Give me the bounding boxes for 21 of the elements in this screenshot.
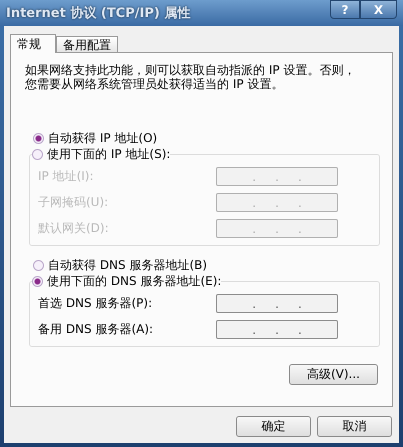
ip-address-field: . . . <box>216 218 338 238</box>
cancel-button[interactable]: 取消 <box>317 416 392 437</box>
ip-address-field: . . . <box>216 166 338 186</box>
ip-address-field[interactable]: . . . <box>216 320 338 338</box>
field-label: 默认网关(D): <box>38 220 109 236</box>
radio-button[interactable] <box>32 276 43 286</box>
field-label: 备用 DNS 服务器(A): <box>38 320 154 338</box>
field-label: IP 地址(I): <box>38 168 94 184</box>
field-label: 子网掩码(U): <box>38 194 108 210</box>
radio-button[interactable] <box>33 260 44 270</box>
tab[interactable]: 备用配置 <box>56 36 118 52</box>
ok-button[interactable]: 确定 <box>236 416 311 437</box>
field-label: 首选 DNS 服务器(P): <box>38 294 152 312</box>
ip-address-field: . . . <box>216 192 338 212</box>
description-text: 您需要从网络系统管理员处获得适当的 IP 设置。 <box>25 77 284 91</box>
window-title: Internet 协议 (TCP/IP) 属性 <box>6 4 190 22</box>
ip-address-field[interactable]: . . . <box>216 294 338 312</box>
radio-button[interactable] <box>33 132 44 144</box>
description-text: 如果网络支持此功能，则可以获取自动指派的 IP 设置。否则， <box>25 63 356 77</box>
tab[interactable]: 常规 <box>10 34 56 53</box>
advanced-button[interactable]: 高级(V)... <box>289 364 378 385</box>
